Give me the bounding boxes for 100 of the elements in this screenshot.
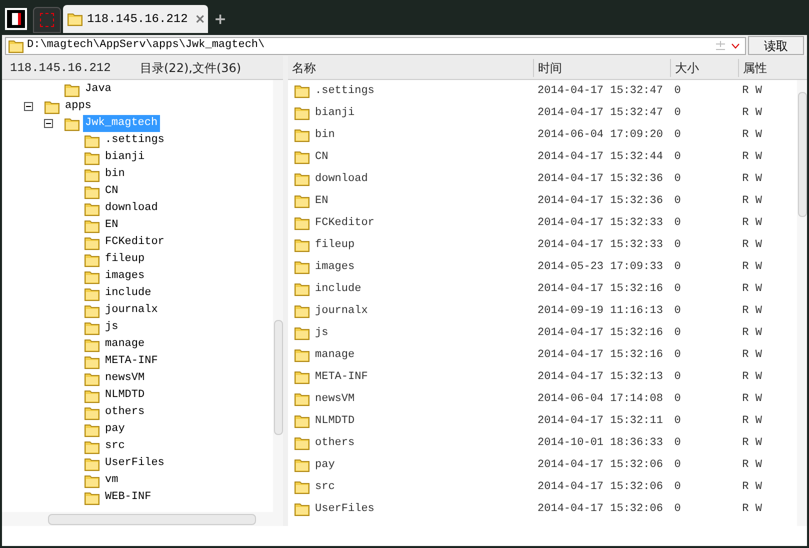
tree-item[interactable]: fileup <box>103 251 147 268</box>
column-header[interactable]: 名称 <box>288 58 533 76</box>
tree-item[interactable]: UserFiles <box>103 455 166 472</box>
tree-item[interactable]: WEB-INF <box>103 489 154 506</box>
table-cell-text: download <box>315 172 368 187</box>
table-cell-text: 0 <box>674 128 681 143</box>
tree-item[interactable]: EN <box>103 217 120 234</box>
collapse-icon[interactable] <box>44 119 53 128</box>
folder-icon <box>294 348 310 362</box>
close-icon[interactable] <box>196 14 204 24</box>
tree-item[interactable]: others <box>103 404 147 421</box>
folder-icon <box>84 236 100 250</box>
folder-icon <box>84 338 100 352</box>
folder-icon <box>64 116 80 130</box>
table-cell-text: 0 <box>674 370 681 385</box>
table-cell-text: bianji <box>315 106 355 121</box>
folder-icon <box>294 502 310 516</box>
folder-icon <box>294 282 310 296</box>
tree-item[interactable]: newsVM <box>103 370 147 387</box>
table-cell-text: 2014-04-17 15:32:13 <box>538 370 663 385</box>
table-cell-text: 0 <box>674 260 681 275</box>
folder-icon <box>294 436 310 450</box>
folder-icon <box>294 172 310 186</box>
table-cell-text: fileup <box>315 238 355 253</box>
tree-item[interactable]: CN <box>103 183 120 200</box>
folder-icon <box>294 106 310 120</box>
table-cell-text: 2014-04-17 15:32:33 <box>538 238 663 253</box>
table-cell-text: 0 <box>674 326 681 341</box>
tree-item[interactable]: NLMDTD <box>103 387 147 404</box>
folder-icon <box>294 458 310 472</box>
app-logo[interactable] <box>5 8 27 30</box>
folder-icon <box>294 304 310 318</box>
table-cell-text: R W <box>742 106 762 121</box>
table-cell-text: 0 <box>674 458 681 473</box>
table-cell-text: R W <box>742 216 762 231</box>
table-cell-text: R W <box>742 260 762 275</box>
table-cell-text: R W <box>742 84 762 99</box>
folder-icon <box>84 474 100 488</box>
tree-item[interactable]: pay <box>103 421 127 438</box>
tree-item[interactable]: src <box>103 438 127 455</box>
tree-item[interactable]: META-INF <box>103 353 160 370</box>
tree-item[interactable]: download <box>103 200 160 217</box>
table-cell-text: 0 <box>674 480 681 495</box>
dropdown-icon[interactable] <box>731 42 740 48</box>
horizontal-scrollbar[interactable] <box>2 512 283 526</box>
tree-item[interactable]: Java <box>83 81 114 98</box>
tree-item[interactable]: images <box>103 268 147 285</box>
table-cell-text: 0 <box>674 106 681 121</box>
table-cell-text: R W <box>742 392 762 407</box>
table-cell-text: R W <box>742 238 762 253</box>
table-cell-text: journalx <box>315 304 368 319</box>
folder-icon <box>84 422 100 436</box>
column-header[interactable]: 时间 <box>533 58 670 76</box>
tree-item[interactable]: vm <box>103 472 120 489</box>
vertical-scrollbar[interactable] <box>273 80 283 512</box>
table-cell-text: 2014-04-17 15:32:47 <box>538 106 663 121</box>
tab[interactable]: 118.145.16.212 <box>63 5 208 33</box>
folder-icon <box>84 168 100 182</box>
column-header[interactable]: 属性 <box>738 58 798 76</box>
read-button[interactable]: 读取 <box>748 36 804 55</box>
tree-item[interactable]: bianji <box>103 149 147 166</box>
tree-item[interactable]: .settings <box>103 132 166 149</box>
table-cell-text: 0 <box>674 282 681 297</box>
tree-item[interactable]: apps <box>63 98 94 115</box>
folder-icon <box>294 150 310 164</box>
tree-item[interactable]: bin <box>103 166 127 183</box>
folder-icon <box>84 252 100 266</box>
tree-item[interactable]: include <box>103 285 154 302</box>
tree-item[interactable]: js <box>103 319 120 336</box>
folder-icon <box>84 372 100 386</box>
table-cell-text: 0 <box>674 194 681 209</box>
table-cell-text: FCKeditor <box>315 216 374 231</box>
table-cell-text: js <box>315 326 328 341</box>
tree-item[interactable]: FCKeditor <box>103 234 166 251</box>
table-cell-text: 2014-04-17 15:32:33 <box>538 216 663 231</box>
folder-icon <box>294 260 310 274</box>
tree-item[interactable]: journalx <box>103 302 160 319</box>
table-cell-text: R W <box>742 150 762 165</box>
table-cell-text: 2014-04-17 15:32:06 <box>538 480 663 495</box>
table-cell-text: others <box>315 436 355 451</box>
table-cell-text: R W <box>742 502 762 517</box>
tree-item[interactable]: manage <box>103 336 147 353</box>
folder-icon <box>84 490 100 504</box>
tab[interactable] <box>33 7 61 33</box>
table-cell-text: 0 <box>674 84 681 99</box>
table-cell-text: 2014-04-17 15:32:44 <box>538 150 663 165</box>
folder-summary: 目录(22),文件(36) <box>140 60 242 76</box>
table-cell-text: 2014-04-17 15:32:06 <box>538 502 663 517</box>
table-cell-text: R W <box>742 194 762 209</box>
table-cell-text: 2014-06-04 17:14:08 <box>538 392 663 407</box>
table-cell-text: pay <box>315 458 335 473</box>
folder-icon <box>8 38 24 52</box>
new-tab-button[interactable]: + <box>210 8 231 30</box>
collapse-icon[interactable] <box>24 102 33 111</box>
table-cell-text: 2014-04-17 15:32:16 <box>538 282 663 297</box>
host-label: 118.145.16.212 <box>9 60 112 76</box>
column-header[interactable]: 大小 <box>670 58 738 76</box>
address-field[interactable]: D:\magtech\AppServ\apps\Jwk_magtech\ <box>5 36 746 54</box>
folder-icon <box>44 100 60 114</box>
vertical-scrollbar[interactable] <box>797 80 807 526</box>
